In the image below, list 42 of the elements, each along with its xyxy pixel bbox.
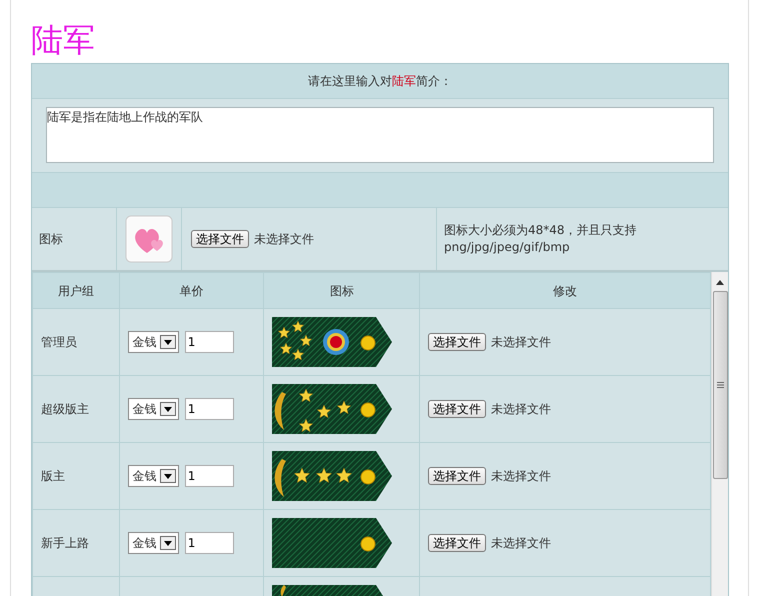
file-status: 未选择文件 bbox=[254, 231, 314, 248]
currency-select[interactable]: 金钱 bbox=[128, 331, 179, 353]
file-status: 未选择文件 bbox=[491, 335, 552, 349]
caret-icon bbox=[164, 474, 172, 478]
rank-epaulet-icon bbox=[272, 518, 392, 568]
user-group-name: 超级版主 bbox=[41, 402, 89, 416]
rank-epaulet-icon bbox=[272, 384, 392, 434]
caret-icon bbox=[164, 540, 172, 546]
price-input[interactable]: 1 bbox=[184, 532, 234, 554]
scroll-up-arrow-icon[interactable] bbox=[716, 280, 724, 285]
user-group-name: 管理员 bbox=[41, 335, 77, 349]
icon-label: 图标 bbox=[39, 231, 63, 248]
intro-textarea[interactable]: 陆军是指在陆地上作战的军队 bbox=[46, 107, 714, 163]
file-status: 未选择文件 bbox=[491, 402, 552, 416]
choose-file-button[interactable]: 选择文件 bbox=[428, 333, 486, 351]
choose-file-button[interactable]: 选择文件 bbox=[191, 230, 249, 248]
page-title: 陆军 bbox=[31, 20, 96, 60]
currency-select[interactable]: 金钱 bbox=[128, 398, 179, 420]
file-status: 未选择文件 bbox=[491, 536, 552, 550]
rank-epaulet-icon bbox=[272, 451, 392, 501]
currency-select[interactable]: 金钱 bbox=[128, 532, 179, 554]
scrollbar[interactable] bbox=[711, 272, 728, 596]
price-input[interactable]: 1 bbox=[184, 465, 234, 487]
column-header: 用户组 bbox=[58, 284, 94, 298]
column-header: 修改 bbox=[553, 284, 578, 298]
caret-icon bbox=[164, 406, 172, 412]
icon-size-hint: 图标大小必须为48*48，并且只支持png/jpg/jpeg/gif/bmp bbox=[444, 222, 638, 256]
choose-file-button[interactable]: 选择文件 bbox=[428, 467, 486, 485]
choose-file-button[interactable]: 选择文件 bbox=[428, 534, 486, 552]
scrollbar-thumb[interactable] bbox=[712, 291, 728, 479]
user-group-name: 新手上路 bbox=[41, 536, 89, 550]
user-group-name: 版主 bbox=[41, 469, 65, 483]
intro-prompt: 请在这里输入对陆军简介： bbox=[308, 73, 452, 90]
price-input[interactable]: 1 bbox=[184, 331, 234, 353]
currency-select[interactable]: 金钱 bbox=[128, 465, 179, 487]
caret-icon bbox=[164, 340, 172, 344]
price-input[interactable]: 1 bbox=[184, 398, 234, 420]
choose-file-button[interactable]: 选择文件 bbox=[428, 400, 486, 418]
rank-epaulet-icon bbox=[272, 317, 392, 367]
column-header: 单价 bbox=[180, 284, 204, 298]
column-header: 图标 bbox=[330, 284, 354, 298]
file-status: 未选择文件 bbox=[491, 469, 552, 483]
